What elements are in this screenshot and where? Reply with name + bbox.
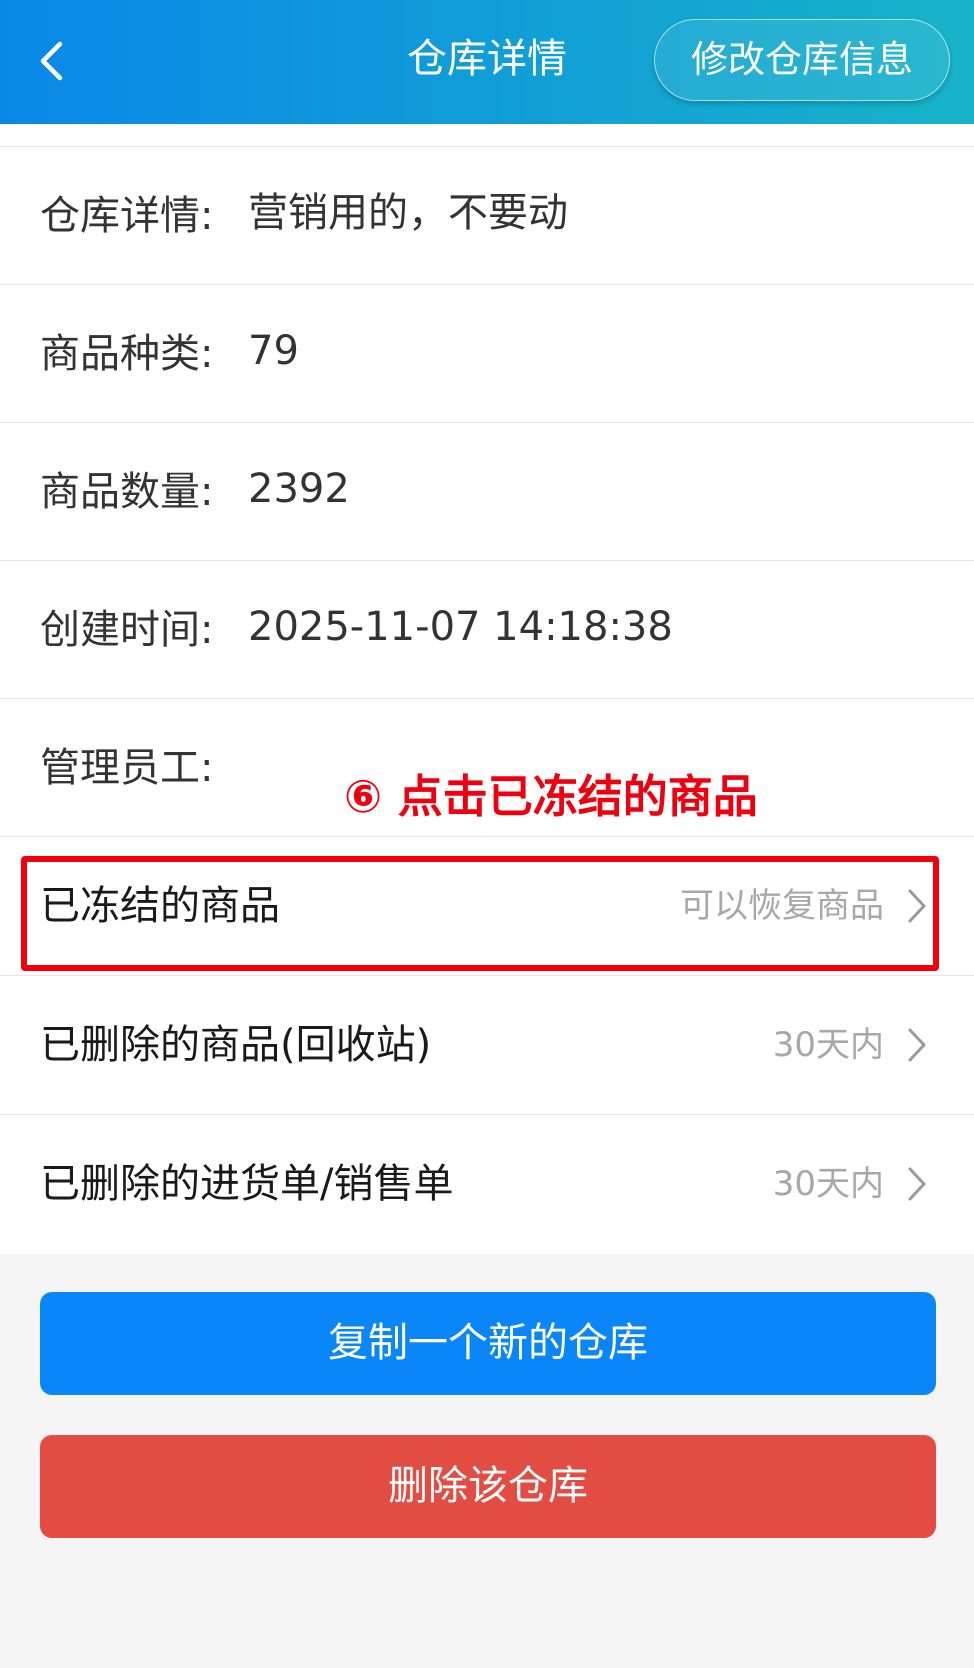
nav-label: 已冻结的商品 — [40, 883, 280, 929]
list-top-divider — [0, 124, 974, 147]
info-label: 创建时间: — [40, 607, 214, 653]
info-value: 79 — [248, 328, 299, 374]
chevron-right-icon — [908, 1028, 926, 1062]
info-label: 商品数量: — [40, 469, 214, 515]
info-value: 2392 — [248, 466, 350, 512]
chevron-right-icon — [908, 1167, 926, 1201]
info-label: 仓库详情: — [40, 193, 214, 239]
copy-warehouse-button[interactable]: 复制一个新的仓库 — [40, 1292, 936, 1395]
info-row-description: 仓库详情: 营销用的，不要动 — [0, 147, 974, 285]
warehouse-detail-list: 仓库详情: 营销用的，不要动 商品种类: 79 商品数量: 2392 创建时间:… — [0, 124, 974, 1254]
chevron-right-icon — [908, 889, 926, 923]
nav-hint: 30天内 — [772, 1164, 884, 1204]
info-row-managers: 管理员工: — [0, 699, 974, 837]
app-header: 仓库详情 修改仓库信息 — [0, 0, 974, 124]
nav-hint: 30天内 — [772, 1025, 884, 1065]
info-value: 营销用的，不要动 — [248, 190, 568, 236]
nav-hint: 可以恢复商品 — [680, 886, 884, 926]
deleted-products-row[interactable]: 已删除的商品(回收站) 30天内 — [0, 976, 974, 1115]
edit-warehouse-button[interactable]: 修改仓库信息 — [654, 19, 950, 101]
nav-label: 已删除的商品(回收站) — [40, 1022, 432, 1068]
nav-label: 已删除的进货单/销售单 — [40, 1161, 454, 1207]
delete-warehouse-button[interactable]: 删除该仓库 — [40, 1435, 936, 1538]
info-label: 商品种类: — [40, 331, 214, 377]
info-value: 2025-11-07 14:18:38 — [248, 604, 673, 650]
frozen-products-row[interactable]: 已冻结的商品 可以恢复商品 — [0, 837, 974, 976]
info-row-product-types: 商品种类: 79 — [0, 285, 974, 423]
back-arrow-icon[interactable] — [30, 36, 80, 86]
info-row-product-quantity: 商品数量: 2392 — [0, 423, 974, 561]
info-row-created-time: 创建时间: 2025-11-07 14:18:38 — [0, 561, 974, 699]
info-label: 管理员工: — [40, 745, 214, 791]
deleted-orders-row[interactable]: 已删除的进货单/销售单 30天内 — [0, 1115, 974, 1254]
